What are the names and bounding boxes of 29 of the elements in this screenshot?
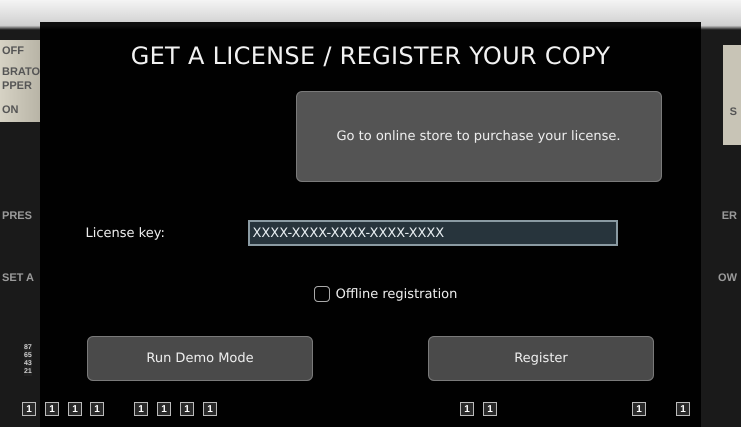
panel-label: ON [2,104,18,116]
panel-label: BRATO [2,66,40,78]
drawbar-key: 1 [22,402,36,416]
license-key-field[interactable]: XXXX-XXXX-XXXX-XXXX-XXXX [248,220,618,246]
panel-label: ER [722,210,737,222]
dialog-button[interactable]: Run Demo Mode [87,336,313,381]
store-button[interactable]: Go to online store to purchase your license. [296,91,662,182]
drawbar-key: 1 [632,402,646,416]
panel-label: S [730,106,737,118]
drawbar-key: 1 [45,402,59,416]
drawbar-key: 1 [203,402,217,416]
drawbar-key: 1 [134,402,148,416]
license-key-label: License key: [84,226,166,240]
drawbar-key: 1 [180,402,194,416]
dialog-title: GET A LICENSE / REGISTER YOUR COPY [130,42,610,70]
checkbox[interactable] [314,286,330,302]
panel-label: OW [718,272,737,284]
drawbar-key: 1 [483,402,497,416]
checkbox-label: Offline registration [336,286,458,302]
drawbar-key: 1 [90,402,104,416]
drawbar-key: 1 [68,402,82,416]
drawbar-key: 1 [460,402,474,416]
dialog-button[interactable]: Register [428,336,654,381]
panel-label: PPER [2,80,32,92]
panel-label: PRES [2,210,32,222]
drawbar-key: 1 [676,402,690,416]
panel-label: OFF [2,45,24,57]
panel-label: SET A [2,272,34,284]
drawbar-key: 1 [157,402,171,416]
